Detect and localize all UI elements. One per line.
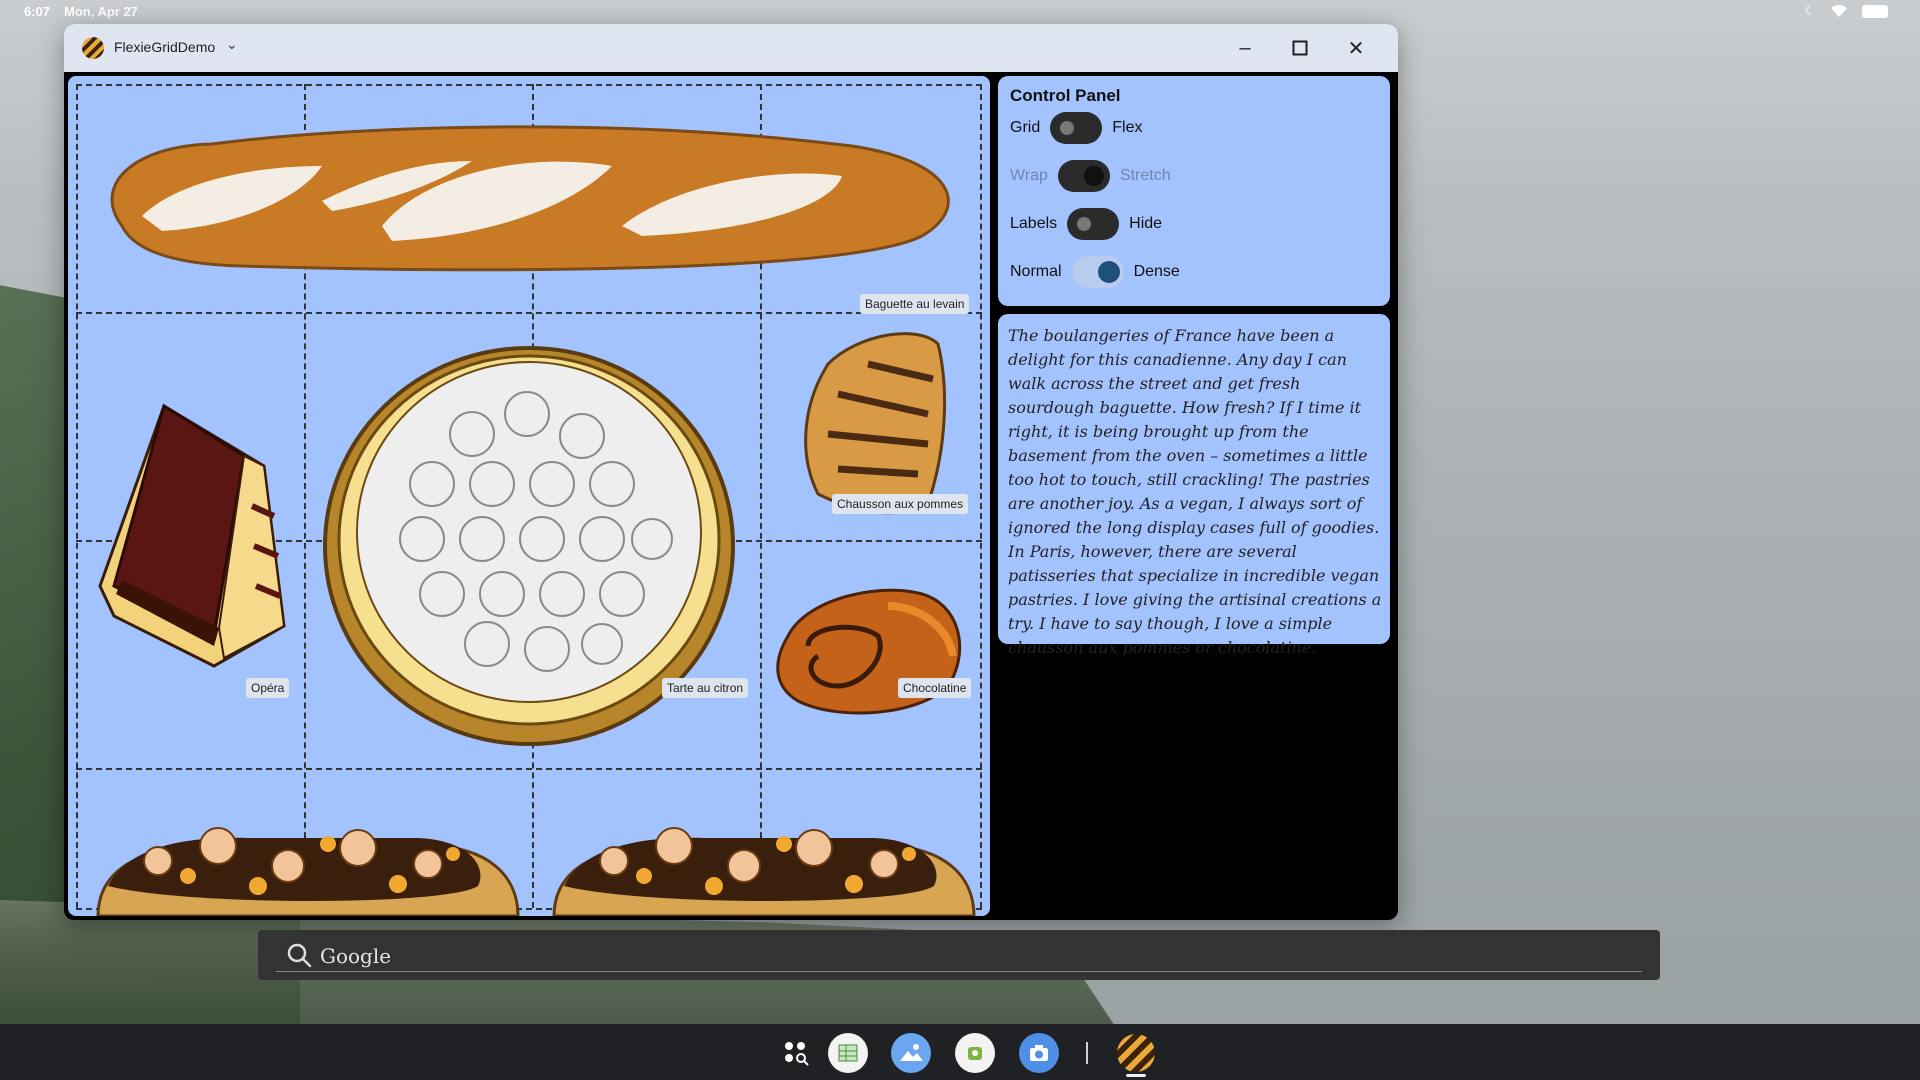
wrap-toggle-row: Wrap Stretch bbox=[1010, 160, 1171, 192]
grid-line bbox=[76, 312, 982, 314]
pastry-grid: Baguette au levain Opéra Tarte au citron bbox=[68, 76, 990, 916]
maximize-button[interactable] bbox=[1285, 34, 1315, 62]
flexiegriddemo-app-button[interactable] bbox=[1116, 1033, 1156, 1073]
layout-toggle-row: Grid Flex bbox=[1010, 112, 1142, 144]
search-icon bbox=[287, 943, 312, 968]
dock-separator bbox=[1086, 1042, 1088, 1064]
toggle-label-left: Grid bbox=[1010, 119, 1041, 136]
chevron-down-icon[interactable]: ⌄ bbox=[226, 36, 238, 53]
search-input[interactable]: Google bbox=[320, 944, 391, 968]
status-icons: ☾ bbox=[1804, 3, 1888, 19]
toggle-label-right: Dense bbox=[1133, 263, 1180, 280]
window-title: FlexieGridDemo bbox=[114, 39, 216, 55]
grid-flex-switch[interactable] bbox=[1050, 112, 1103, 144]
android-studio-icon bbox=[968, 1047, 982, 1060]
status-bar: 6:07 Mon, Apr 27 ☾ bbox=[0, 0, 1920, 24]
status-time: 6:07 bbox=[24, 4, 51, 19]
photos-icon bbox=[900, 1044, 923, 1061]
minimize-button[interactable]: – bbox=[1230, 34, 1260, 62]
control-panel: Control Panel Grid Flex Wrap Stretch Lab… bbox=[998, 76, 1390, 306]
switch-knob bbox=[1097, 261, 1120, 283]
launcher-button[interactable] bbox=[776, 1033, 816, 1073]
toggle-label-right: Flex bbox=[1112, 119, 1143, 136]
search-bar[interactable]: Google bbox=[258, 930, 1660, 980]
status-date: Mon, Apr 27 bbox=[64, 4, 138, 19]
active-app-indicator bbox=[1126, 1074, 1146, 1077]
pastry-label: Baguette au levain bbox=[860, 294, 970, 314]
wifi-icon bbox=[1831, 4, 1847, 17]
pastry-label: Chausson aux pommes bbox=[832, 494, 969, 514]
baguette-illustration bbox=[110, 125, 950, 272]
launcher-icon bbox=[785, 1042, 809, 1066]
density-toggle-row: Normal Dense bbox=[1010, 256, 1180, 288]
maximize-icon bbox=[1292, 40, 1308, 56]
toggle-label-right: Hide bbox=[1129, 215, 1163, 232]
close-icon: ✕ bbox=[1347, 37, 1365, 60]
eclair-illustration bbox=[96, 827, 520, 916]
control-panel-title: Control Panel bbox=[1010, 86, 1121, 105]
flexiegriddemo-icon bbox=[1117, 1034, 1155, 1072]
minimize-icon: – bbox=[1239, 36, 1251, 59]
toggle-label-left: Wrap bbox=[1010, 167, 1048, 184]
android-studio-app-button[interactable] bbox=[955, 1033, 995, 1073]
title-bar[interactable]: FlexieGridDemo ⌄ – ✕ bbox=[64, 24, 1398, 72]
switch-knob bbox=[1077, 217, 1092, 231]
grid-line bbox=[76, 84, 78, 908]
chocolatine-illustration bbox=[776, 588, 962, 715]
battery-icon bbox=[1862, 4, 1888, 18]
grid-line bbox=[980, 84, 982, 908]
pastry-label: Tarte au citron bbox=[662, 678, 749, 698]
app-icon bbox=[82, 37, 104, 59]
sheets-icon bbox=[838, 1044, 858, 1062]
photos-app-button[interactable] bbox=[891, 1033, 931, 1073]
camera-app-button[interactable] bbox=[1019, 1033, 1059, 1073]
grid-line bbox=[76, 84, 982, 86]
sheets-app-button[interactable] bbox=[828, 1033, 868, 1073]
switch-knob bbox=[1083, 166, 1104, 186]
toggle-label-right: Stretch bbox=[1119, 167, 1171, 184]
pastry-label: Opéra bbox=[246, 678, 290, 698]
grid-line bbox=[76, 768, 982, 770]
labels-hide-switch[interactable] bbox=[1067, 208, 1120, 240]
toggle-label-left: Normal bbox=[1010, 263, 1062, 280]
eclair-illustration bbox=[552, 827, 976, 916]
switch-knob bbox=[1060, 121, 1075, 135]
taskbar bbox=[0, 1024, 1920, 1080]
wrap-stretch-switch[interactable] bbox=[1057, 160, 1110, 192]
story-text: The boulangeries of France have been a d… bbox=[1008, 326, 1382, 657]
search-underline bbox=[276, 971, 1642, 972]
toggle-label-left: Labels bbox=[1010, 215, 1058, 232]
story-panel: The boulangeries of France have been a d… bbox=[998, 314, 1390, 657]
close-button[interactable]: ✕ bbox=[1341, 34, 1371, 62]
camera-icon bbox=[1030, 1045, 1048, 1061]
do-not-disturb-icon: ☾ bbox=[1804, 3, 1816, 18]
labels-toggle-row: Labels Hide bbox=[1010, 208, 1162, 240]
normal-dense-switch[interactable] bbox=[1071, 256, 1124, 288]
app-window: FlexieGridDemo ⌄ – ✕ Baguette au levain … bbox=[64, 24, 1398, 920]
pastry-label: Chocolatine bbox=[898, 678, 972, 698]
opera-illustration bbox=[98, 403, 286, 668]
